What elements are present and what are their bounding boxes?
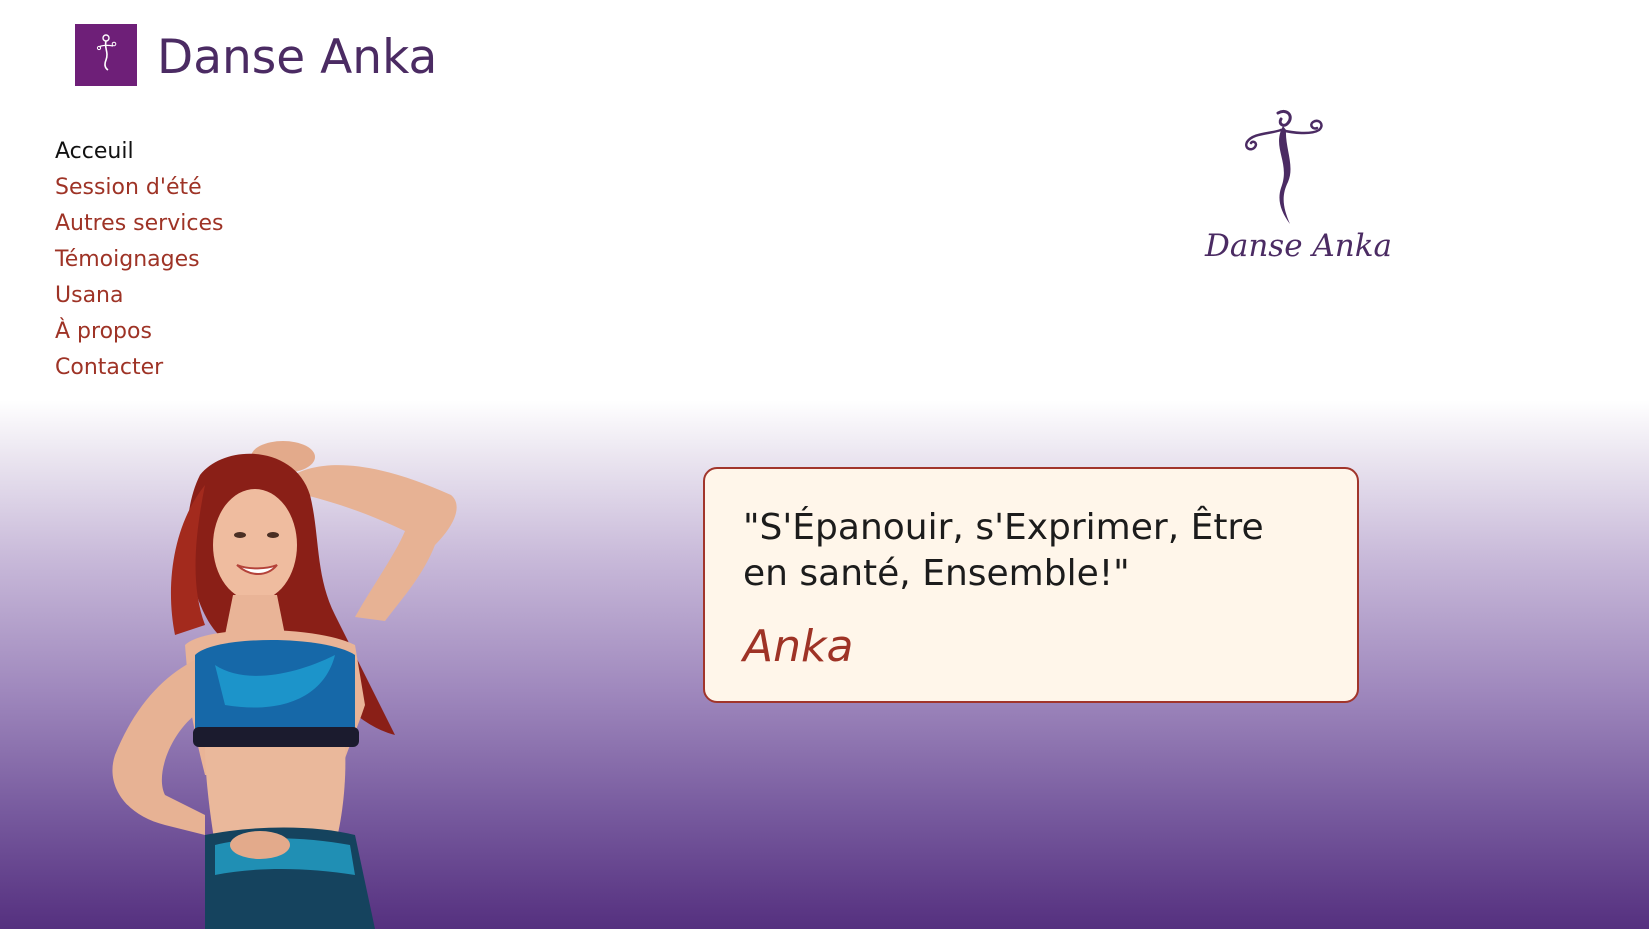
quote-author: Anka [743, 621, 854, 672]
logo-wordmark: Danse Anka [1205, 228, 1393, 264]
quote-text: "S'Épanouir, s'Exprimer, Être en santé, … [743, 507, 1264, 594]
nav-item-usana[interactable]: Usana [55, 278, 223, 314]
brand-logo-icon[interactable] [75, 24, 137, 86]
quote-card: "S'Épanouir, s'Exprimer, Être en santé, … [703, 467, 1359, 703]
nav-item-temoignages[interactable]: Témoignages [55, 242, 223, 278]
nav-item-acceuil[interactable]: Acceuil [55, 134, 223, 170]
site-title[interactable]: Danse Anka [157, 30, 437, 85]
nav-item-session-ete[interactable]: Session d'été [55, 170, 223, 206]
nav-item-autres-services[interactable]: Autres services [55, 206, 223, 242]
nav-item-a-propos[interactable]: À propos [55, 314, 223, 350]
nav-item-contacter[interactable]: Contacter [55, 350, 223, 386]
dancer-photo [55, 435, 485, 929]
danse-anka-logo: Danse Anka [1195, 100, 1393, 280]
main-navigation: Acceuil Session d'été Autres services Té… [55, 134, 223, 386]
